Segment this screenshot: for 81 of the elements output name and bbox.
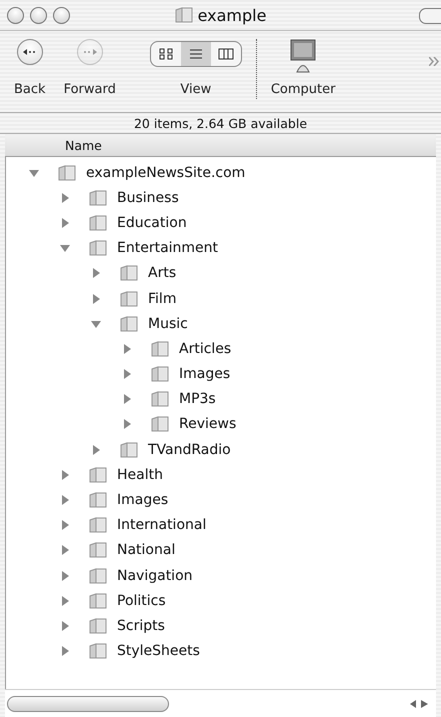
- view-selector[interactable]: [150, 41, 242, 67]
- columns-icon: [218, 48, 234, 60]
- folder-icon: [151, 365, 169, 384]
- back-icon: [16, 39, 43, 65]
- folder-icon: [58, 164, 76, 182]
- column-header[interactable]: Name: [65, 138, 102, 152]
- disclosure-triangle[interactable]: [59, 494, 71, 506]
- computer-icon: [289, 39, 318, 73]
- disclosure-triangle[interactable]: [90, 292, 102, 305]
- folder-icon: [89, 214, 107, 232]
- close-button[interactable]: [7, 6, 24, 24]
- folder-icon: [151, 415, 169, 434]
- folder-icon: [120, 264, 138, 282]
- folder-name[interactable]: Images: [117, 492, 168, 508]
- folder-name[interactable]: Business: [117, 190, 179, 206]
- folder-icon: [151, 340, 169, 358]
- folder-icon: [89, 642, 107, 660]
- folder-name[interactable]: Health: [117, 466, 163, 483]
- disclosure-triangle[interactable]: [59, 242, 71, 254]
- scroll-right-icon[interactable]: [421, 700, 428, 708]
- folder-icon: [89, 239, 107, 258]
- disclosure-triangle[interactable]: [59, 620, 71, 632]
- folder-name[interactable]: StyleSheets: [117, 643, 200, 660]
- folder-name[interactable]: TVandRadio: [148, 442, 231, 458]
- folder-icon: [89, 466, 107, 484]
- folder-name[interactable]: National: [117, 542, 176, 558]
- disclosure-triangle[interactable]: [59, 570, 71, 582]
- folder-name[interactable]: Arts: [148, 265, 176, 282]
- folder-icon: [89, 516, 107, 534]
- disclosure-triangle[interactable]: [121, 368, 133, 380]
- disclosure-triangle[interactable]: [121, 393, 133, 406]
- scroll-thumb[interactable]: [7, 696, 169, 712]
- disclosure-triangle[interactable]: [59, 468, 71, 481]
- folder-icon: [89, 541, 107, 560]
- folder-name[interactable]: Music: [148, 316, 188, 332]
- status-text: 20 items, 2.64 GB available: [134, 116, 308, 130]
- list-icon: [188, 48, 203, 60]
- overflow-chevron-icon[interactable]: [429, 57, 439, 66]
- zoom-button[interactable]: [53, 6, 70, 24]
- disclosure-triangle[interactable]: [59, 645, 71, 658]
- folder-icon: [151, 390, 169, 408]
- disclosure-triangle[interactable]: [121, 418, 133, 430]
- minimize-button[interactable]: [30, 6, 47, 24]
- disclosure-triangle[interactable]: [59, 192, 71, 204]
- folder-icon: [89, 592, 107, 610]
- folder-icon: [89, 491, 107, 510]
- grid-icon: [158, 48, 173, 60]
- disclosure-triangle[interactable]: [59, 216, 71, 229]
- folder-name[interactable]: Education: [117, 214, 187, 231]
- disclosure-triangle[interactable]: [59, 519, 71, 532]
- scroll-left-icon[interactable]: [410, 700, 417, 708]
- folder-name[interactable]: International: [117, 517, 206, 534]
- disclosure-triangle[interactable]: [121, 342, 133, 355]
- folder-name[interactable]: Articles: [179, 340, 232, 357]
- folder-icon: [120, 440, 138, 459]
- folder-name[interactable]: exampleNewsSite.com: [86, 164, 246, 181]
- disclosure-triangle[interactable]: [59, 544, 71, 556]
- folder-icon: [120, 290, 138, 308]
- disclosure-triangle[interactable]: [90, 444, 102, 456]
- folder-name[interactable]: Navigation: [117, 568, 193, 584]
- folder-name[interactable]: Scripts: [117, 618, 165, 634]
- disclosure-triangle[interactable]: [59, 594, 71, 607]
- back-button[interactable]: Back: [14, 39, 46, 97]
- disclosure-triangle[interactable]: [90, 267, 102, 280]
- folder-name[interactable]: Politics: [117, 592, 166, 609]
- folder-icon: [120, 314, 138, 333]
- folder-icon: [174, 6, 193, 24]
- folder-name[interactable]: Entertainment: [117, 240, 218, 256]
- computer-button[interactable]: Computer: [270, 39, 336, 97]
- folder-name[interactable]: Film: [148, 290, 176, 307]
- window-title: example: [198, 6, 266, 24]
- folder-name[interactable]: Reviews: [179, 416, 236, 432]
- folder-icon: [89, 616, 107, 635]
- folder-icon: [89, 188, 107, 207]
- folder-name[interactable]: MP3s: [179, 391, 216, 408]
- folder-name[interactable]: Images: [179, 366, 230, 382]
- horizontal-scrollbar[interactable]: [5, 689, 436, 717]
- view-label: View: [180, 82, 212, 97]
- list-view-button[interactable]: [180, 42, 211, 66]
- folder-icon: [89, 566, 107, 585]
- forward-icon: [76, 39, 103, 65]
